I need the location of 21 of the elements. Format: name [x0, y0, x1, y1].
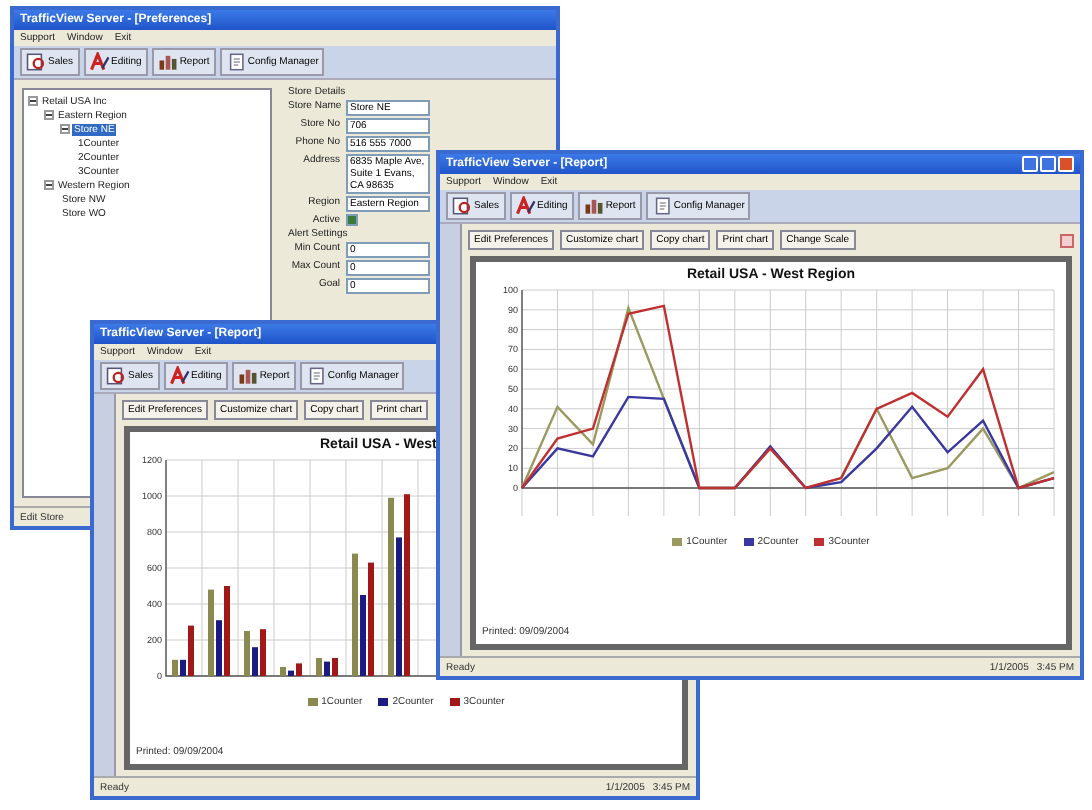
minimize-button[interactable] — [1022, 156, 1038, 172]
document-icon — [452, 196, 472, 216]
chart-icon — [237, 366, 258, 386]
expand-toggle[interactable] — [60, 124, 70, 134]
expand-toggle[interactable] — [28, 96, 38, 106]
pen-icon — [89, 52, 110, 72]
expand-toggle[interactable] — [44, 180, 54, 190]
close-report-button[interactable] — [1060, 233, 1074, 247]
maximize-button[interactable] — [1040, 156, 1056, 172]
document-icon — [26, 52, 46, 72]
active-checkbox[interactable] — [346, 214, 358, 226]
document-icon — [106, 366, 126, 386]
close-button[interactable] — [1058, 156, 1074, 172]
pen-icon — [169, 366, 190, 386]
chart-icon — [157, 52, 178, 72]
page-icon — [651, 196, 672, 216]
page-icon — [305, 366, 326, 386]
expand-toggle[interactable] — [44, 110, 54, 120]
page-icon — [225, 52, 246, 72]
chart-icon — [583, 196, 604, 216]
pen-icon — [515, 196, 536, 216]
